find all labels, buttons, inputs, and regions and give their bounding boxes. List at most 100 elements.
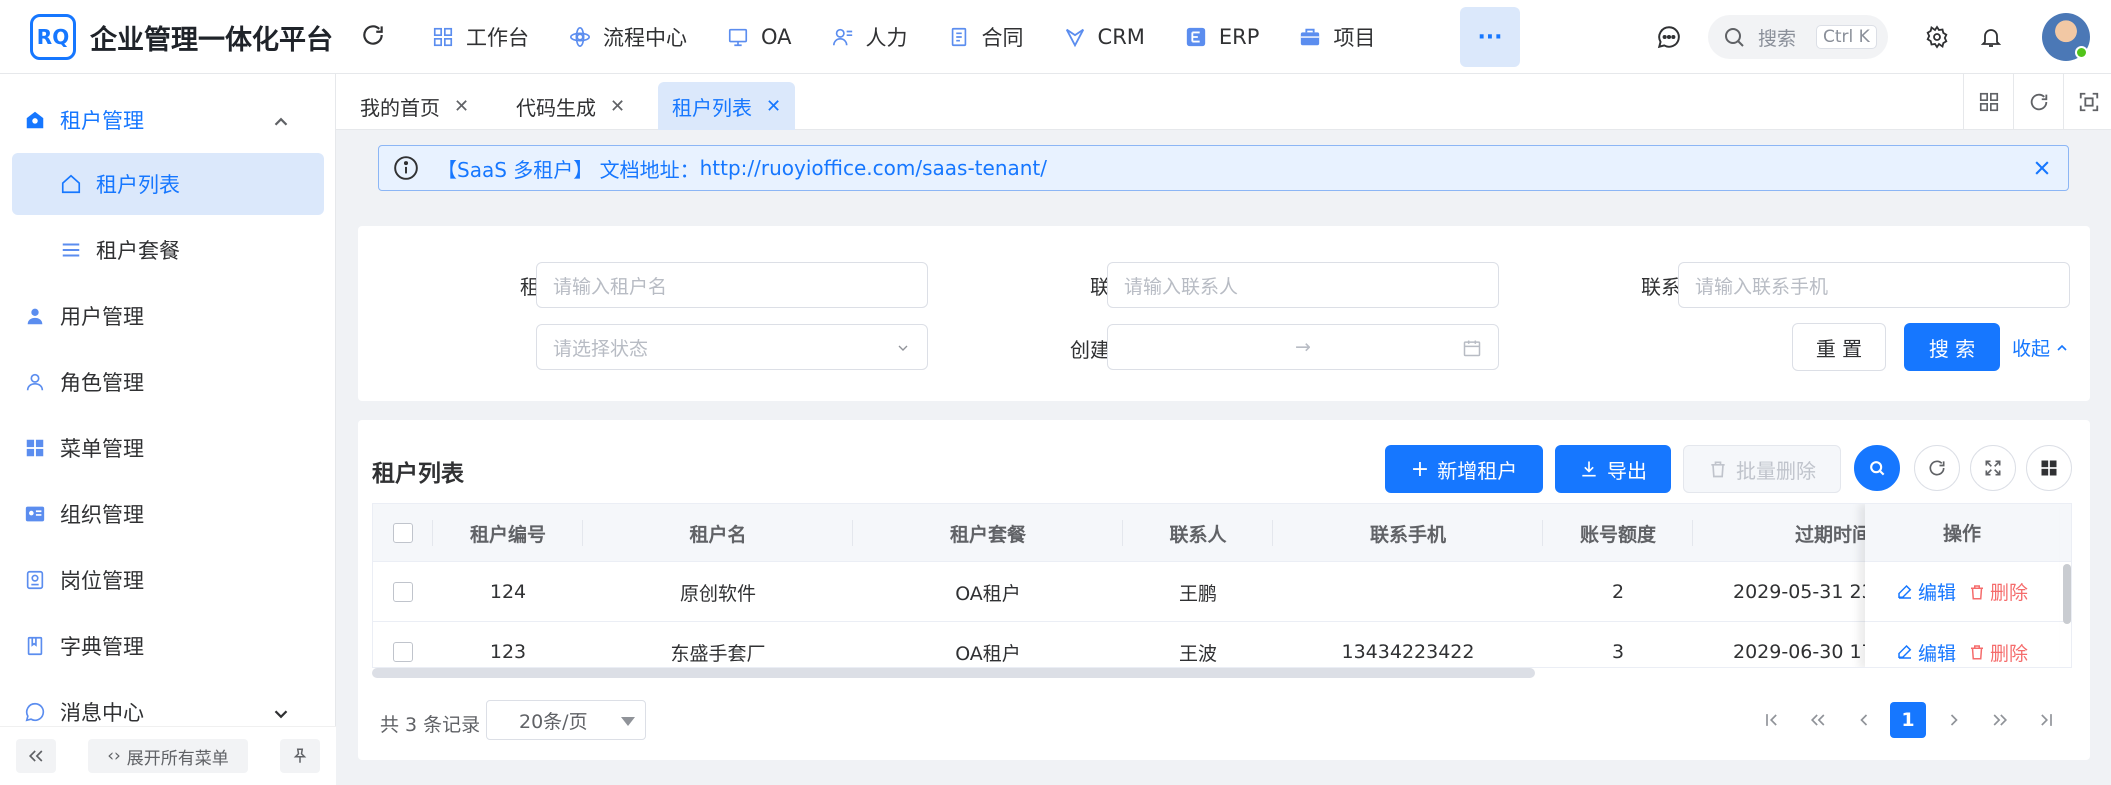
- sidebar-item-tenant-package[interactable]: 租户套餐: [0, 219, 336, 281]
- bell-icon[interactable]: [1976, 22, 2006, 52]
- created-time-range[interactable]: →: [1107, 324, 1499, 370]
- operations-column: 操作 编辑 删除 编辑 删除: [1865, 504, 2059, 667]
- collapse-sidebar-button[interactable]: [16, 739, 56, 773]
- search-button[interactable]: 搜 索: [1904, 323, 2000, 371]
- last-page-button[interactable]: [2028, 702, 2064, 738]
- global-search[interactable]: 搜索 Ctrl K: [1708, 15, 1888, 59]
- cell-package: OA租户: [955, 582, 1021, 605]
- nav-workbench[interactable]: 工作台: [412, 0, 549, 74]
- next-5-button[interactable]: [1982, 702, 2018, 738]
- chat-icon[interactable]: [1654, 22, 1684, 52]
- close-icon[interactable]: ✕: [454, 96, 469, 117]
- collapse-link[interactable]: 收起: [2012, 334, 2070, 361]
- tenant-table-card: 租户列表 + 新增租户 导出 批量删除 租户编号 租户名 租户套餐 联系人 联系…: [358, 420, 2090, 760]
- online-status-dot: [2075, 46, 2088, 59]
- app-logo[interactable]: RQ: [30, 14, 76, 60]
- status-select[interactable]: 请选择状态: [536, 324, 928, 370]
- vertical-scrollbar[interactable]: [2063, 564, 2071, 624]
- tenant-name-input[interactable]: 请输入租户名: [536, 262, 928, 308]
- nav-workflow[interactable]: 流程中心: [549, 0, 707, 74]
- refresh-table-button[interactable]: [1914, 445, 1960, 491]
- nav-oa[interactable]: OA: [707, 0, 812, 74]
- cell-id: 124: [489, 581, 527, 603]
- tab-tenant-list[interactable]: 租户列表 ✕: [658, 82, 796, 130]
- message-icon: [25, 702, 45, 722]
- first-page-button[interactable]: [1754, 702, 1790, 738]
- tab-home[interactable]: 我的首页 ✕: [346, 82, 483, 130]
- sidebar-item-roles[interactable]: 角色管理: [0, 351, 336, 413]
- add-tenant-button[interactable]: + 新增租户: [1385, 445, 1543, 493]
- tabs-bar: 我的首页 ✕ 代码生成 ✕ 租户列表 ✕: [336, 74, 2111, 130]
- layout-icon: [2041, 460, 2057, 476]
- gear-icon[interactable]: [1922, 22, 1952, 52]
- expand-icon: [1985, 460, 2001, 476]
- export-button[interactable]: 导出: [1555, 445, 1671, 493]
- expand-all-menus-button[interactable]: ‹› 展开所有菜单: [88, 739, 248, 773]
- edit-button[interactable]: 编辑: [1896, 578, 1956, 605]
- delete-button[interactable]: 删除: [1968, 639, 2028, 666]
- select-all-checkbox[interactable]: [393, 523, 413, 543]
- column-header[interactable]: 账号额度: [1543, 504, 1693, 562]
- cell-name: 东盛手套厂: [670, 642, 766, 665]
- tab-grid-icon[interactable]: [1963, 74, 2013, 130]
- table-header: 租户编号 租户名 租户套餐 联系人 联系手机 账号额度 过期时间: [373, 504, 2071, 562]
- org-icon: [25, 506, 45, 522]
- tab-refresh-icon[interactable]: [2013, 74, 2063, 130]
- sidebar-item-dict[interactable]: 字典管理: [0, 615, 336, 677]
- sidebar-item-tenant-management[interactable]: 租户管理: [0, 89, 336, 151]
- row-checkbox[interactable]: [393, 582, 413, 602]
- project-icon: [1301, 28, 1320, 46]
- nav-contract[interactable]: 合同: [928, 0, 1044, 74]
- sidebar-item-post[interactable]: 岗位管理: [0, 549, 336, 611]
- row-checkbox[interactable]: [393, 642, 413, 662]
- tab-codegen[interactable]: 代码生成 ✕: [502, 82, 639, 130]
- page-size-select[interactable]: 20条/页: [486, 700, 646, 740]
- column-header[interactable]: 联系手机: [1273, 504, 1543, 562]
- mobile-input[interactable]: 请输入联系手机: [1678, 262, 2070, 308]
- nav-project[interactable]: 项目: [1279, 0, 1395, 74]
- oa-icon: [728, 28, 748, 47]
- top-header: RQ 企业管理一体化平台 工作台 流程中心 OA 人力 合同 CRM ERP 项…: [0, 0, 2111, 74]
- tab-fullscreen-icon[interactable]: [2063, 74, 2111, 130]
- batch-delete-button[interactable]: 批量删除: [1683, 445, 1841, 493]
- refresh-icon[interactable]: [360, 22, 390, 52]
- delete-button[interactable]: 删除: [1968, 578, 2028, 605]
- pager-total: 共 3 条记录: [380, 714, 481, 736]
- home-icon: [61, 174, 81, 194]
- density-button[interactable]: [1970, 445, 2016, 491]
- prev-page-button[interactable]: [1846, 702, 1882, 738]
- sidebar-item-users[interactable]: 用户管理: [0, 285, 336, 347]
- pin-sidebar-button[interactable]: [280, 739, 320, 773]
- prev-5-button[interactable]: [1800, 702, 1836, 738]
- post-icon: [26, 570, 44, 590]
- chevron-right-icon: [1950, 714, 1958, 726]
- close-icon[interactable]: [2032, 158, 2052, 178]
- nav-crm[interactable]: CRM: [1044, 0, 1165, 74]
- edit-button[interactable]: 编辑: [1896, 639, 1956, 666]
- contact-input[interactable]: 请输入联系人: [1107, 262, 1499, 308]
- column-header[interactable]: 联系人: [1123, 504, 1273, 562]
- sidebar-item-org[interactable]: 组织管理: [0, 483, 336, 545]
- toggle-search-button[interactable]: [1854, 445, 1900, 491]
- table-title: 租户列表: [372, 461, 464, 487]
- column-header[interactable]: 租户编号: [433, 504, 583, 562]
- alert-link[interactable]: http://ruoyioffice.com/saas-tenant/: [700, 156, 1047, 180]
- nav-hr[interactable]: 人力: [812, 0, 928, 74]
- next-page-button[interactable]: [1936, 702, 1972, 738]
- sidebar-item-tenant-list[interactable]: 租户列表: [12, 153, 324, 215]
- column-header[interactable]: 租户名: [583, 504, 853, 562]
- page-number-current[interactable]: 1: [1890, 702, 1926, 738]
- plus-icon: +: [1410, 456, 1430, 482]
- refresh-icon: [1929, 460, 1945, 476]
- double-chevron-left-icon: [1810, 714, 1825, 726]
- sidebar-item-menus[interactable]: 菜单管理: [0, 417, 336, 479]
- horizontal-scrollbar[interactable]: [372, 668, 1535, 678]
- nav-erp[interactable]: ERP: [1165, 0, 1280, 74]
- column-header[interactable]: 租户套餐: [853, 504, 1123, 562]
- column-settings-button[interactable]: [2026, 445, 2072, 491]
- nav-more-button[interactable]: ···: [1460, 7, 1520, 67]
- close-icon[interactable]: ✕: [610, 96, 625, 117]
- reset-button[interactable]: 重 置: [1792, 323, 1886, 371]
- close-icon[interactable]: ✕: [766, 96, 781, 117]
- dict-icon: [27, 636, 43, 656]
